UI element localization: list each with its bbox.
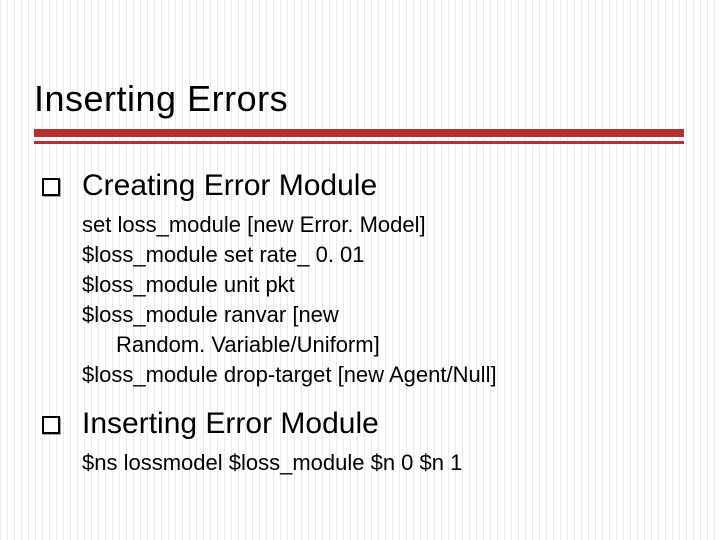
section-1-code: set loss_module [new Error. Model] $loss… xyxy=(82,210,682,390)
code-line: $ns lossmodel $loss_module $n 0 $n 1 xyxy=(82,448,682,478)
slide: Inserting Errors Creating Error Module s… xyxy=(0,0,720,540)
code-line: $loss_module unit pkt xyxy=(82,270,682,300)
section-2-heading: Inserting Error Module xyxy=(82,404,379,444)
code-line-continuation: Random. Variable/Uniform] xyxy=(82,330,682,360)
square-bullet-icon xyxy=(42,416,60,434)
title-rule-thin xyxy=(34,141,684,144)
code-line: $loss_module ranvar [new xyxy=(82,300,682,330)
code-line: $loss_module drop-target [new Agent/Null… xyxy=(82,360,682,390)
code-line: $loss_module set rate_ 0. 01 xyxy=(82,240,682,270)
section-2: Inserting Error Module xyxy=(42,404,682,444)
slide-title: Inserting Errors xyxy=(34,78,288,120)
title-rule-thick xyxy=(34,129,684,137)
code-line: set loss_module [new Error. Model] xyxy=(82,210,682,240)
section-2-code: $ns lossmodel $loss_module $n 0 $n 1 xyxy=(82,448,682,478)
section-1: Creating Error Module xyxy=(42,166,682,206)
square-bullet-icon xyxy=(42,178,60,196)
slide-body: Creating Error Module set loss_module [n… xyxy=(42,160,682,478)
section-1-heading: Creating Error Module xyxy=(82,166,377,206)
